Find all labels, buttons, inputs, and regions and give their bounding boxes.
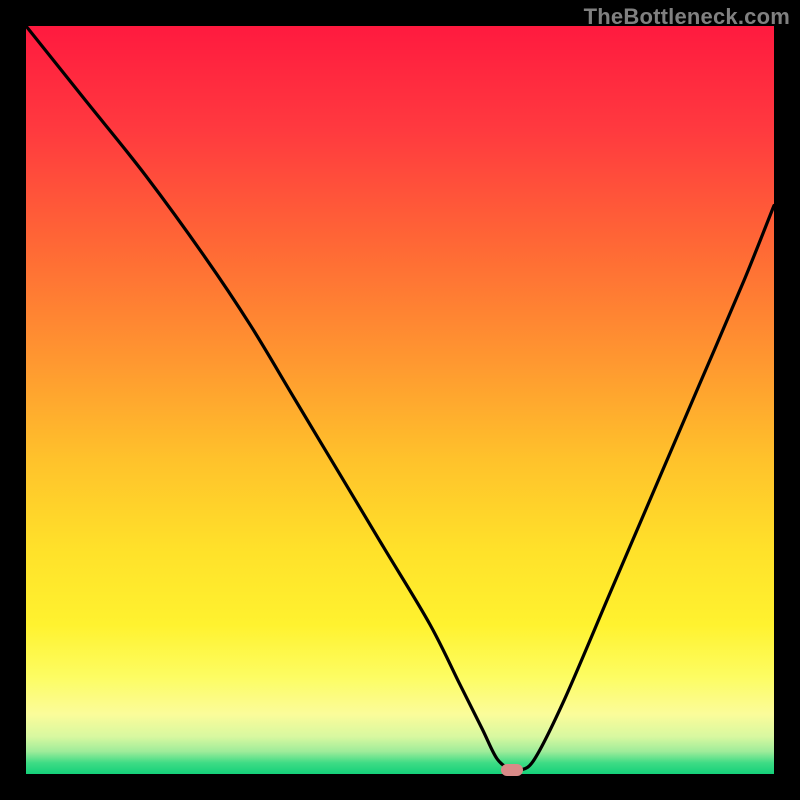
bottleneck-curve: [26, 26, 774, 774]
gradient-plot-area: [26, 26, 774, 774]
optimum-marker: [501, 764, 523, 776]
watermark-text: TheBottleneck.com: [584, 4, 790, 30]
curve-path: [26, 26, 774, 772]
chart-frame: TheBottleneck.com: [0, 0, 800, 800]
